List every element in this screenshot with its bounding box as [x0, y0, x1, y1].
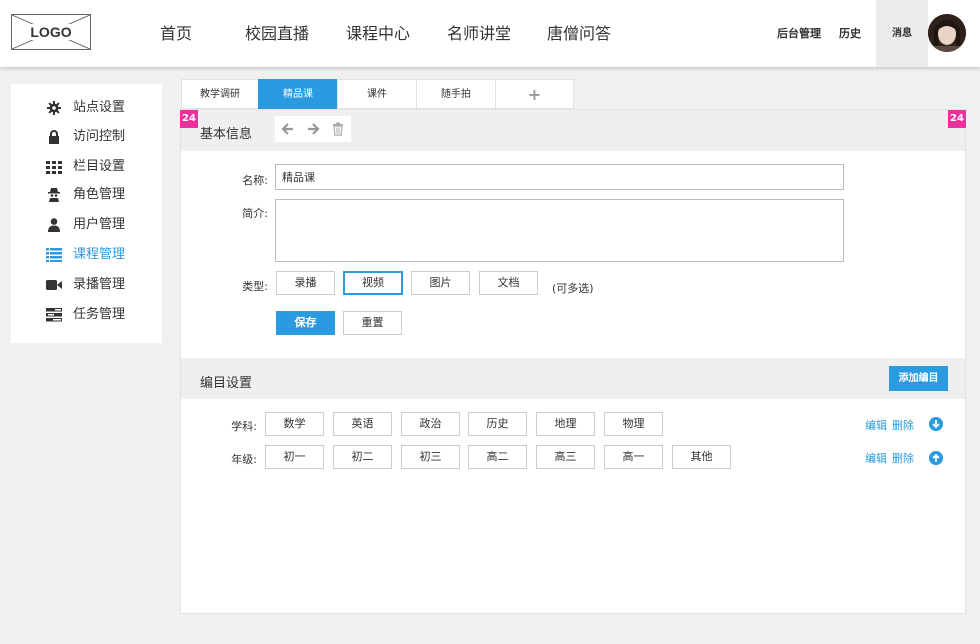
sidebar-item-label: 任务管理	[73, 307, 126, 322]
name-label: 名称:	[242, 174, 268, 187]
grade-tag[interactable]: 高一	[604, 445, 663, 469]
avatar-image	[928, 14, 966, 52]
subject-label: 学科:	[231, 420, 257, 433]
spy-icon	[48, 188, 60, 202]
tasks-icon	[46, 308, 62, 322]
name-input[interactable]	[275, 164, 844, 190]
tab-courseware[interactable]: 课件	[337, 79, 417, 109]
avatar[interactable]	[928, 14, 966, 52]
add-catalog-button[interactable]: 添加编目	[889, 366, 948, 391]
lock-icon	[49, 130, 59, 144]
grade-tag[interactable]: 初三	[401, 445, 460, 469]
sidebar: 站点设置 访问控制 栏目设置 角色管理 用户管理 课程管理 录播管理 任务管理	[11, 84, 162, 343]
basic-info-toolbar	[275, 116, 351, 142]
catalog-header: 编目设置 添加编目	[181, 358, 965, 399]
sidebar-item-label: 录播管理	[73, 277, 126, 292]
nav-campus-live[interactable]: 校园直播	[245, 0, 309, 67]
user-icon	[48, 218, 60, 232]
type-option-video[interactable]: 视频	[343, 271, 403, 295]
tab-snapshots[interactable]: 随手拍	[416, 79, 496, 109]
grade-tag[interactable]: 初一	[265, 445, 324, 469]
tab-teaching-research[interactable]: 教学调研	[181, 79, 259, 109]
logo[interactable]: LOGO	[11, 14, 91, 50]
gear-icon	[47, 101, 61, 115]
grade-delete-link[interactable]: 删除	[892, 450, 914, 466]
subject-edit-link[interactable]: 编辑	[865, 417, 887, 433]
video-camera-icon	[46, 280, 62, 290]
sidebar-item-access-control[interactable]: 访问控制	[11, 125, 162, 149]
sidebar-item-label: 站点设置	[73, 100, 126, 115]
intro-textarea[interactable]	[275, 199, 844, 262]
basic-info-header: 基本信息	[181, 110, 965, 151]
type-option-document[interactable]: 文档	[479, 271, 538, 295]
tab-quality-course[interactable]: 精品课	[258, 79, 338, 109]
sidebar-item-user-management[interactable]: 用户管理	[11, 213, 162, 237]
top-header: LOGO 首页 校园直播 课程中心 名师讲堂 唐僧问答 后台管理 历史 消息	[0, 0, 980, 67]
sidebar-item-task-management[interactable]: 任务管理	[11, 303, 162, 327]
grade-tag[interactable]: 其他	[672, 445, 731, 469]
subject-tag[interactable]: 政治	[401, 412, 460, 436]
sidebar-item-label: 角色管理	[73, 187, 126, 202]
nav-qa[interactable]: 唐僧问答	[547, 0, 611, 67]
grid-icon	[46, 161, 62, 174]
grade-tag[interactable]: 初二	[333, 445, 392, 469]
nav-course-center[interactable]: 课程中心	[346, 0, 410, 67]
multi-select-hint: (可多选)	[552, 282, 594, 295]
sidebar-item-recording-management[interactable]: 录播管理	[11, 273, 162, 297]
sidebar-item-label: 用户管理	[73, 217, 126, 232]
sidebar-item-role-management[interactable]: 角色管理	[11, 183, 162, 207]
sidebar-item-label: 课程管理	[73, 247, 126, 262]
messages-button[interactable]: 消息	[876, 0, 928, 67]
subject-delete-link[interactable]: 删除	[892, 417, 914, 433]
type-option-image[interactable]: 图片	[411, 271, 470, 295]
sidebar-item-label: 访问控制	[73, 129, 126, 144]
sidebar-item-site-settings[interactable]: 站点设置	[11, 96, 162, 120]
subject-tag[interactable]: 历史	[468, 412, 527, 436]
admin-link[interactable]: 后台管理	[777, 0, 821, 67]
logo-text: LOGO	[28, 24, 74, 40]
grade-tag[interactable]: 高二	[468, 445, 527, 469]
subject-tag[interactable]: 英语	[333, 412, 392, 436]
size-badge-left: 24	[180, 110, 198, 128]
subject-tag[interactable]: 数学	[265, 412, 324, 436]
trash-icon[interactable]	[331, 122, 345, 136]
subject-tag[interactable]: 物理	[604, 412, 663, 436]
save-button[interactable]: 保存	[276, 311, 335, 335]
reset-button[interactable]: 重置	[343, 311, 402, 335]
grade-edit-link[interactable]: 编辑	[865, 450, 887, 466]
arrow-right-icon[interactable]	[306, 122, 320, 136]
nav-famous-teachers[interactable]: 名师讲堂	[447, 0, 511, 67]
arrow-left-icon[interactable]	[281, 122, 295, 136]
size-badge-right: 24	[948, 110, 966, 128]
arrow-up-circle-icon[interactable]	[929, 451, 943, 465]
intro-label: 简介:	[242, 207, 268, 220]
type-label: 类型:	[242, 280, 268, 293]
catalog-title: 编目设置	[200, 376, 253, 391]
grade-tag[interactable]: 高三	[536, 445, 595, 469]
add-tab-button[interactable]: +	[495, 79, 574, 109]
history-link[interactable]: 历史	[839, 0, 861, 67]
sidebar-item-course-management[interactable]: 课程管理	[11, 243, 162, 267]
sidebar-item-column-settings[interactable]: 栏目设置	[11, 155, 162, 179]
sidebar-item-label: 栏目设置	[73, 159, 126, 174]
basic-info-title: 基本信息	[200, 127, 253, 142]
arrow-down-circle-icon[interactable]	[929, 417, 943, 431]
grade-label: 年级:	[231, 453, 257, 466]
main-panel: 基本信息 24 24 名称: 简介: 类型: 录播 视频 图片 文档 (可多选)…	[180, 109, 966, 614]
nav-home[interactable]: 首页	[160, 0, 192, 67]
type-option-recorded[interactable]: 录播	[276, 271, 335, 295]
subject-tag[interactable]: 地理	[536, 412, 595, 436]
list-icon	[46, 248, 62, 262]
